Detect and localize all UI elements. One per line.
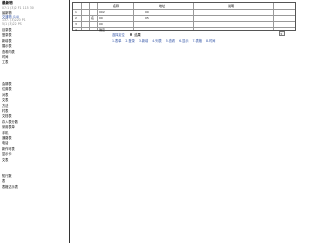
sidebar-item-label: 文表 — [2, 98, 9, 103]
sidebar-item-label: 村表 — [2, 109, 9, 113]
sidebar-item[interactable]: 目录表 — [2, 27, 12, 32]
grid-cell[interactable]: 名 — [91, 16, 94, 20]
sidebar-item-label: 查看内表 — [2, 49, 15, 54]
sidebar-item[interactable]: 时间 — [2, 54, 8, 59]
sidebar-item[interactable]: 村表 — [2, 108, 8, 113]
sidebar-item-label: 通路表 — [2, 136, 12, 140]
result-radio[interactable] — [129, 33, 133, 36]
grid-cell[interactable]: 2 — [75, 16, 77, 20]
tab-bar: 1.表单 2.登录 3.新增 4.列表 5.查看 6.显示 7.表格 8.时间 — [112, 38, 219, 43]
sidebar-item[interactable]: 对表 — [2, 92, 8, 97]
column-header-name: 名称 — [113, 3, 120, 8]
sidebar-item-label: 对表 — [2, 92, 9, 97]
tab-item[interactable]: 3.新增 — [139, 39, 148, 43]
sidebar-item[interactable]: 会期表 — [2, 81, 12, 86]
sidebar-item-label: 文档表 — [2, 114, 12, 119]
sidebar-item[interactable]: 展示表 — [2, 43, 12, 48]
sidebar-item[interactable]: 查看内表 — [2, 49, 15, 54]
sidebar: 最新物 07:1 (3)2 F1 115 30 最新物 交通物 (14) 137. (… — [0, 0, 70, 243]
sidebar-item[interactable]: 登录表 — [2, 32, 12, 37]
sidebar-item[interactable]: 电话 — [2, 140, 8, 145]
tab-item[interactable]: 8.时间 — [206, 39, 215, 43]
sidebar-item[interactable]: 手机 — [2, 130, 8, 135]
grid-cell[interactable]: 1 — [75, 10, 77, 14]
column-header-address: 地址 — [159, 3, 166, 8]
sidebar-item-label: 位置表 — [2, 87, 12, 92]
grid-cell[interactable]: 4 — [75, 28, 77, 32]
sidebar-item[interactable]: 显示卡 — [2, 151, 12, 156]
sidebar-item[interactable]: 文表 — [2, 157, 8, 162]
sidebar-item-label: 工表 — [2, 60, 9, 65]
sidebar-item-label: 展示表 — [2, 44, 12, 49]
data-grid: 名称 地址 说明 1 002 00 2 名 00 05 3 00 4 确定 — [72, 2, 296, 32]
locate-label: 选择定位 — [112, 32, 125, 37]
sidebar-item-label: 新作可表 — [2, 146, 15, 151]
sidebar-item[interactable]: 文表 — [2, 97, 8, 102]
grid-cell[interactable]: 00 — [99, 16, 103, 20]
sidebar-item-label: 采用表单 — [2, 125, 15, 130]
sidebar-item-label: 文表 — [2, 157, 9, 162]
sidebar-item[interactable]: 新作可表 — [2, 146, 15, 151]
sidebar-item[interactable]: 表 — [2, 178, 5, 183]
tab-item[interactable]: 6.显示 — [179, 39, 188, 43]
tab-item[interactable]: 5.查看 — [166, 39, 175, 43]
sidebar-item[interactable]: 位置表 — [2, 86, 12, 91]
sidebar-item-label: 时间 — [2, 55, 9, 59]
sidebar-item[interactable]: 文档表 — [2, 113, 12, 118]
grid-cell[interactable]: 3 — [75, 22, 77, 26]
sidebar-item-label: 显示卡 — [2, 152, 12, 157]
column-header-notes: 说明 — [228, 3, 235, 8]
grid-cell[interactable]: 00 — [145, 10, 149, 14]
sidebar-info-line: 5/1 (3)22 PS — [2, 22, 22, 26]
result-option-label: 结果 — [134, 32, 141, 37]
tab-item[interactable]: 1.表单 — [112, 39, 121, 43]
grid-cell[interactable]: 002 — [99, 10, 105, 14]
sidebar-item[interactable]: 通路表 — [2, 135, 12, 140]
sidebar-item[interactable]: 采用表单 — [2, 124, 15, 129]
sidebar-item-label: 方法 — [2, 103, 9, 108]
sidebar-item[interactable]: 知行数 — [2, 173, 12, 178]
sidebar-item[interactable]: 工表 — [2, 59, 8, 64]
sidebar-item-label: 电话 — [2, 141, 9, 146]
locate-prompt: 选择定位 结果 — [112, 32, 141, 37]
sidebar-item-label: 存入表分数 — [2, 119, 18, 124]
dropdown-icon: ▾ — [280, 32, 283, 36]
grid-cell[interactable]: 确定 — [99, 28, 105, 32]
sidebar-item-label: 新增表 — [2, 38, 12, 43]
sidebar-item-label: 知行数 — [2, 173, 12, 178]
sidebar-item[interactable]: 存入表分数 — [2, 119, 18, 124]
tab-item[interactable]: 7.表格 — [193, 39, 202, 43]
sidebar-item[interactable]: 表格达示表 — [2, 184, 18, 189]
tab-item[interactable]: 2.登录 — [125, 39, 134, 43]
select-button[interactable]: ▾ — [279, 31, 285, 36]
sidebar-item[interactable]: 新增表 — [2, 38, 12, 43]
sidebar-item-label: 登录表 — [2, 33, 12, 38]
sidebar-item-label: 表 — [2, 179, 6, 184]
sidebar-item-label: 会期表 — [2, 82, 12, 86]
grid-cell[interactable]: 00 — [99, 22, 103, 26]
sidebar-item-label: 目录表 — [2, 28, 12, 32]
grid-cell[interactable]: 05 — [145, 16, 149, 20]
tab-item[interactable]: 4.列表 — [152, 39, 161, 43]
sidebar-item[interactable]: 方法 — [2, 103, 8, 108]
sidebar-item-label: 表格达示表 — [2, 184, 18, 189]
sidebar-item-label: 手机 — [2, 130, 9, 135]
